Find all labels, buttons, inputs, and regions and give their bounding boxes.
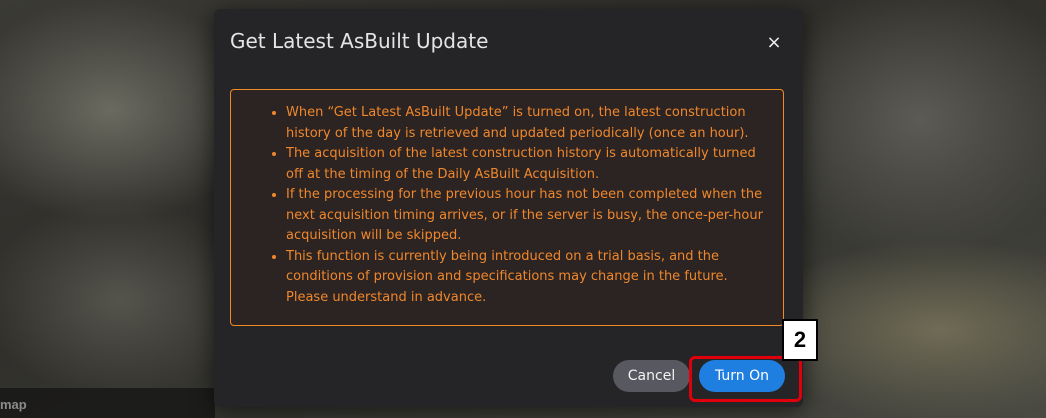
get-latest-asbuilt-update-dialog: Get Latest AsBuilt Update × When “Get La… xyxy=(214,9,803,407)
notice-item: When “Get Latest AsBuilt Update” is turn… xyxy=(286,103,763,144)
close-icon[interactable]: × xyxy=(762,31,786,55)
map-label: map xyxy=(0,397,27,412)
notice-box: When “Get Latest AsBuilt Update” is turn… xyxy=(230,89,784,326)
notice-item: This function is currently being introdu… xyxy=(286,247,763,309)
dialog-title: Get Latest AsBuilt Update xyxy=(230,29,489,53)
turn-on-button[interactable]: Turn On xyxy=(699,360,785,392)
notice-item: The acquisition of the latest constructi… xyxy=(286,144,763,185)
cancel-button[interactable]: Cancel xyxy=(613,360,690,392)
map-toolbar-strip: map xyxy=(0,388,215,418)
notice-item: If the processing for the previous hour … xyxy=(286,185,763,247)
step-number-badge: 2 xyxy=(782,319,818,361)
notice-list: When “Get Latest AsBuilt Update” is turn… xyxy=(231,90,783,308)
